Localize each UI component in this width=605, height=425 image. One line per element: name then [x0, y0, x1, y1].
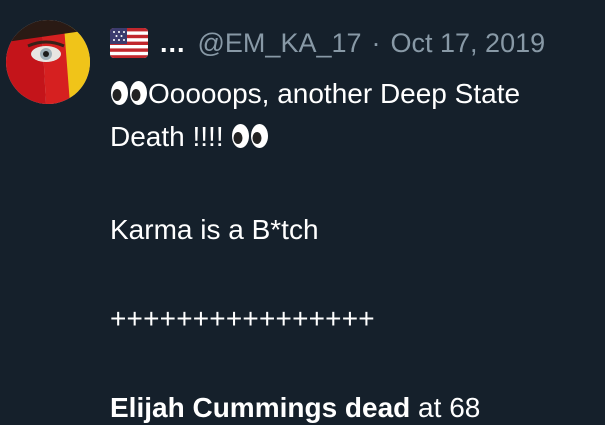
- tweet-text-line-2: Death !!!!: [110, 121, 232, 152]
- eyes-emoji-icon: [231, 121, 269, 160]
- user-handle[interactable]: @EM_KA_17: [198, 28, 362, 59]
- tweet-line-3: Karma is a B*tch: [110, 214, 319, 245]
- us-flag-icon: [110, 28, 148, 58]
- tweet-line-1: Ooooops, another Deep State: [110, 74, 590, 117]
- tweet-line-4: ++++++++++++++++: [110, 303, 375, 334]
- display-name[interactable]: ...: [160, 28, 186, 59]
- avatar-image: [6, 20, 90, 104]
- tweet-line-2: Death !!!!: [110, 117, 590, 160]
- tweet-body: Ooooops, another Deep State Death !!!! K…: [110, 74, 590, 425]
- tweet-text-line-5: at 68: [410, 392, 481, 423]
- tweet-bold-text: Elijah Cummings dead: [110, 392, 411, 423]
- tweet-text-line-1: Ooooops, another Deep State: [148, 78, 521, 109]
- tweet-header: ... @EM_KA_17 · Oct 17, 2019: [110, 24, 545, 62]
- avatar[interactable]: [6, 20, 90, 104]
- tweet-date[interactable]: Oct 17, 2019: [391, 28, 546, 59]
- tweet-line-5: Elijah Cummings dead at 68: [110, 388, 590, 425]
- header-separator: ·: [371, 27, 381, 58]
- eyes-emoji-icon: [110, 78, 148, 117]
